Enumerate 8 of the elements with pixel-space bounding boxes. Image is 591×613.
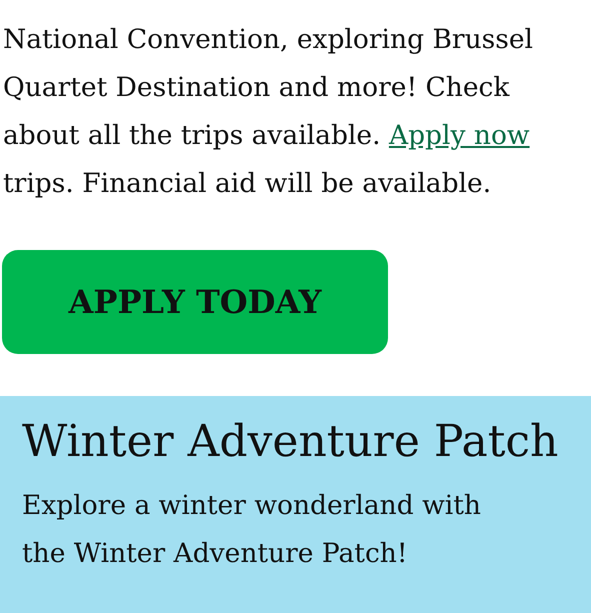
apply-today-button[interactable]: APPLY TODAY [2, 250, 388, 354]
paragraph-line: about all the trips available. [3, 120, 380, 151]
paragraph-line: Quartet Destination and more! Check [3, 72, 510, 103]
section-heading: Winter Adventure Patch [22, 415, 560, 469]
paragraph-line: National Convention, exploring Brussel [3, 24, 534, 55]
section-paragraph: Explore a winter wonderland with the Winter Adventure Patch! [22, 489, 482, 571]
paragraph-line: trips. Financial aid will be available. [3, 168, 492, 199]
apply-now-link[interactable]: Apply now [388, 120, 530, 151]
